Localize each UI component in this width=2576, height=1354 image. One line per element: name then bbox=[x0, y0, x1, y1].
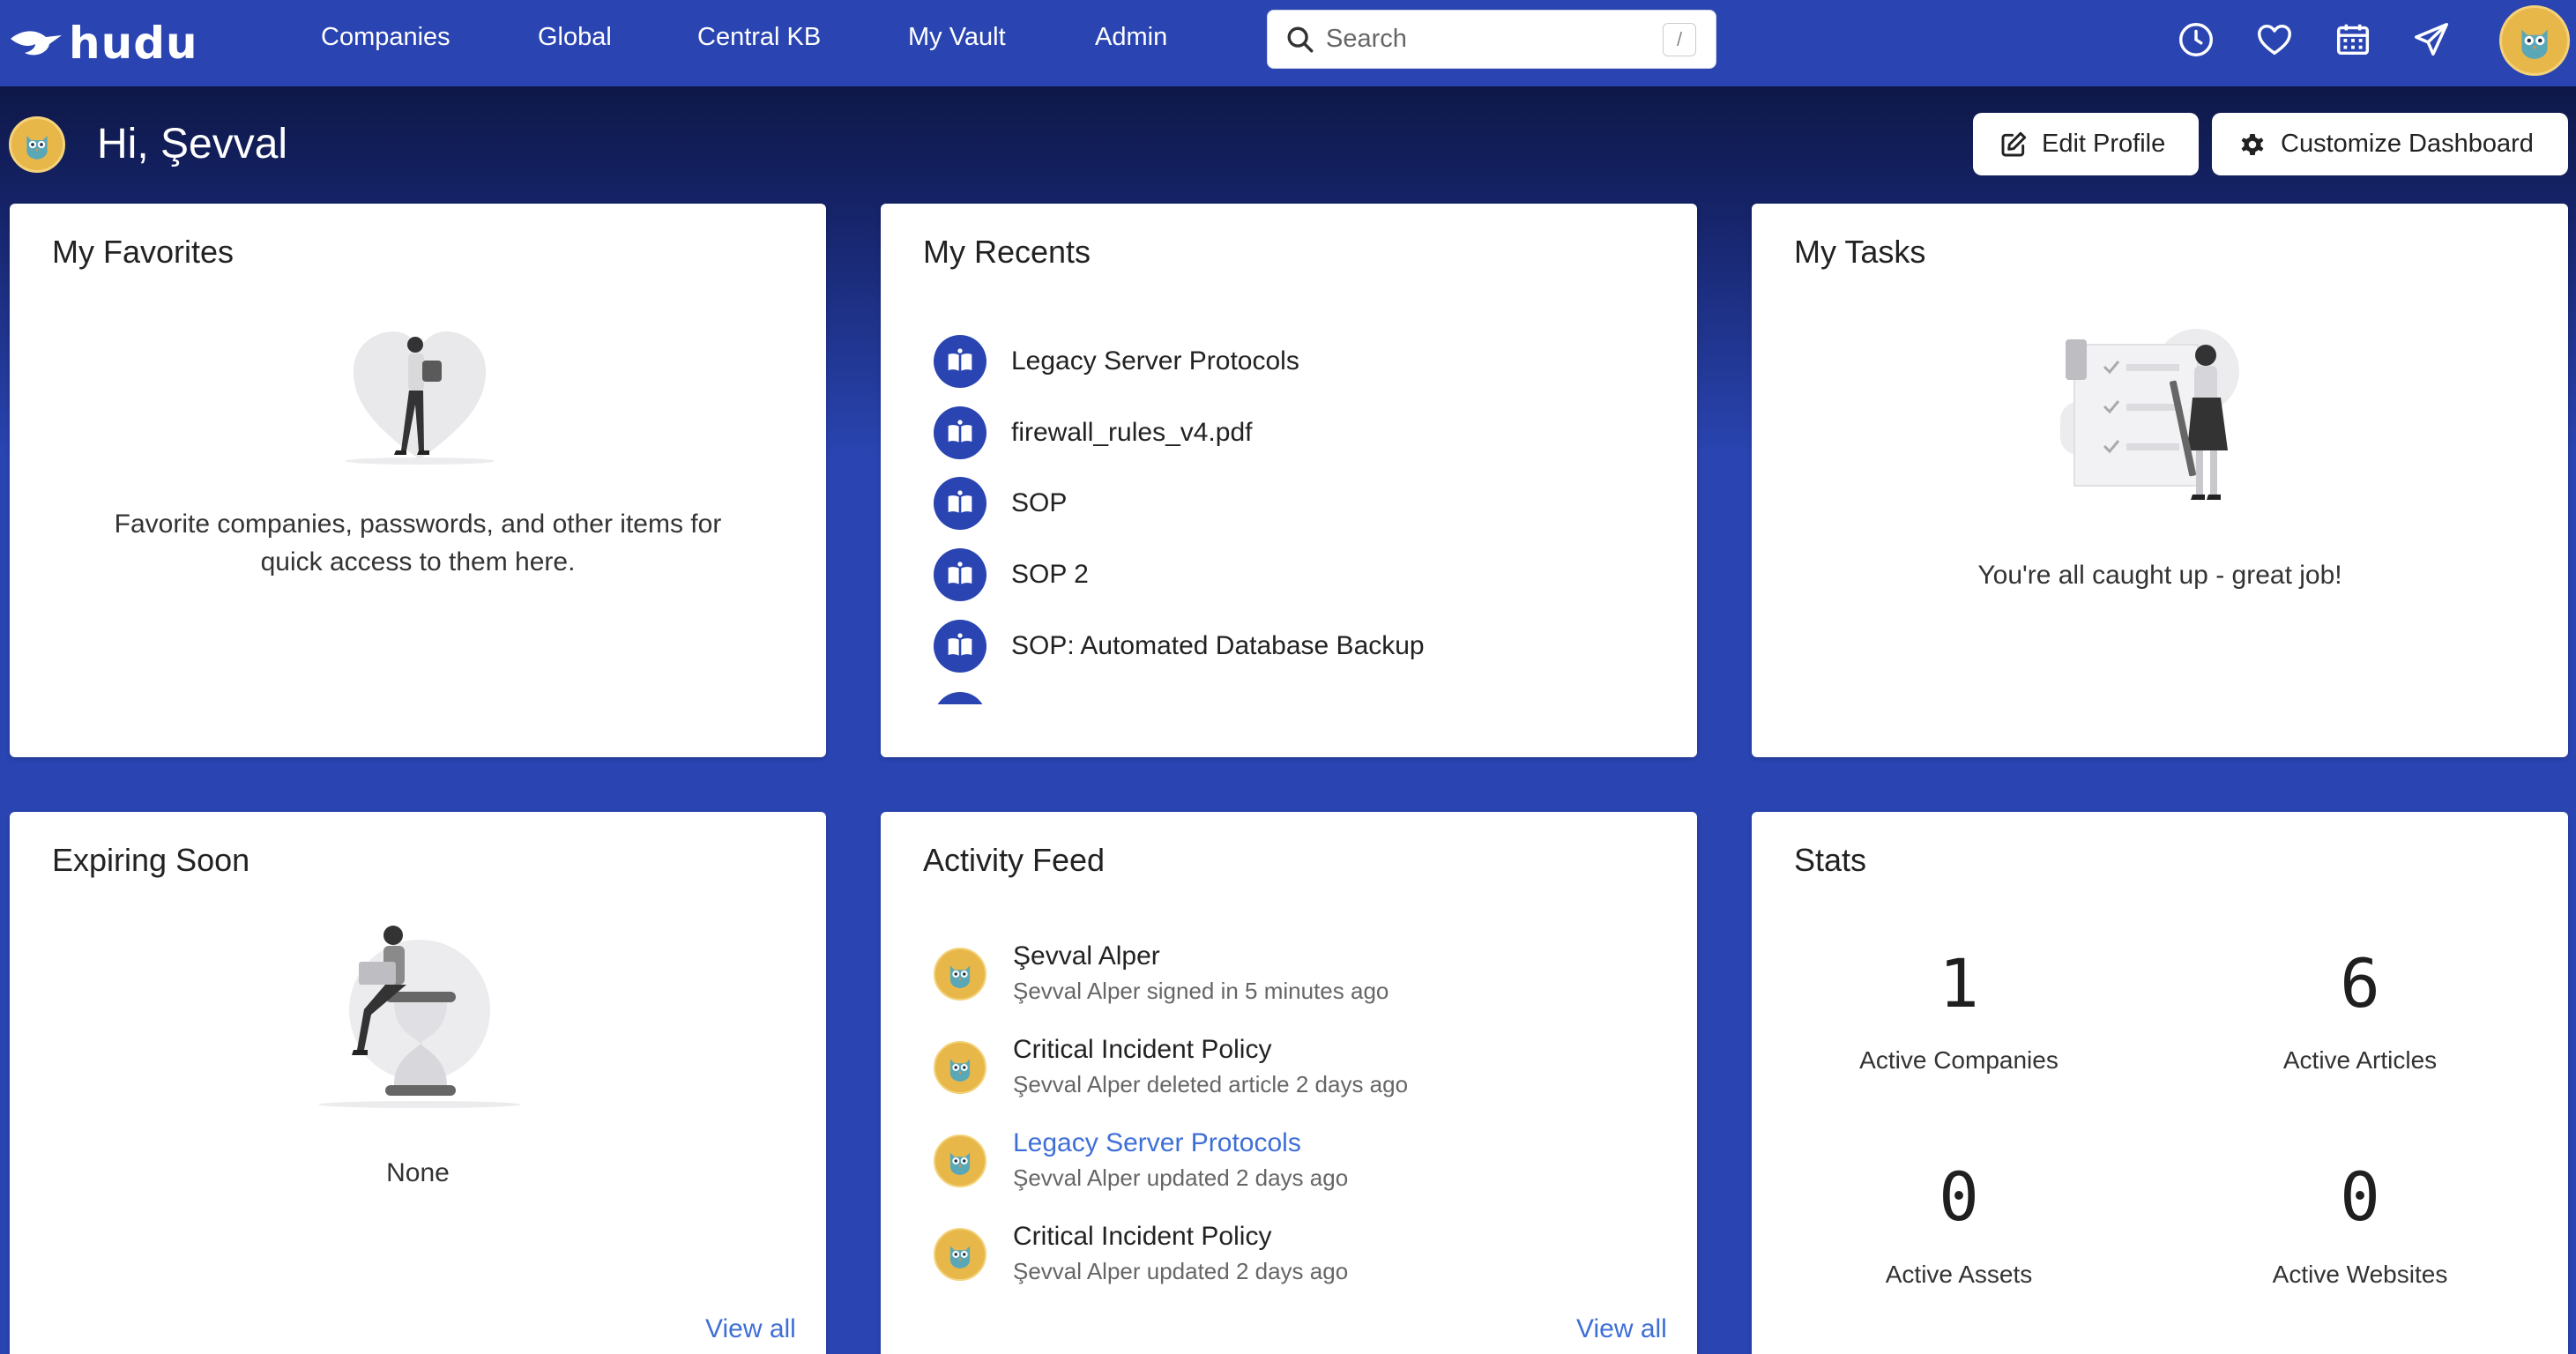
edit-icon bbox=[2001, 131, 2027, 156]
expiring-view-all-link[interactable]: View all bbox=[705, 1314, 796, 1344]
nav-central-kb[interactable]: Central KB bbox=[697, 23, 821, 52]
recent-item[interactable]: firewall_rules_v4.pdf bbox=[934, 405, 1252, 461]
stats-card: Stats 1 Active Companies 6 Active Articl… bbox=[1752, 812, 2568, 1354]
card-title: Stats bbox=[1794, 842, 1867, 878]
scroll-clip bbox=[881, 704, 1697, 757]
send-icon[interactable] bbox=[2411, 19, 2452, 60]
feed-item-title: Critical Incident Policy bbox=[1013, 1035, 1272, 1064]
knowledge-base-icon bbox=[934, 548, 986, 601]
feed-item: Critical Incident Policy Şevval Alper up… bbox=[934, 1219, 1348, 1288]
feed-view-all-link[interactable]: View all bbox=[1576, 1314, 1667, 1344]
search-icon bbox=[1287, 26, 1314, 52]
stat-label-companies: Active Companies bbox=[1859, 1046, 2059, 1074]
recent-item[interactable]: SOP bbox=[934, 475, 1067, 532]
card-title: My Tasks bbox=[1794, 234, 1926, 270]
favorites-illustration bbox=[345, 331, 495, 465]
user-avatar[interactable] bbox=[2499, 5, 2570, 76]
stat-value-assets: 0 bbox=[1939, 1157, 1979, 1236]
card-title: My Recents bbox=[923, 234, 1091, 270]
brand-name: hudu bbox=[69, 18, 198, 69]
owl-avatar-icon bbox=[26, 136, 48, 160]
customize-dashboard-button[interactable]: Customize Dashboard bbox=[2212, 113, 2568, 175]
hudu-logo[interactable]: hudu bbox=[9, 12, 198, 74]
nav-admin[interactable]: Admin bbox=[1095, 23, 1167, 52]
feed-item-title: Critical Incident Policy bbox=[1013, 1222, 1272, 1251]
favorites-empty-line1: Favorite companies, passwords, and other… bbox=[114, 510, 722, 539]
nav-my-vault[interactable]: My Vault bbox=[908, 23, 1006, 52]
card-title: My Favorites bbox=[52, 234, 235, 270]
edit-profile-button[interactable]: Edit Profile bbox=[1973, 113, 2199, 175]
nav-companies[interactable]: Companies bbox=[321, 23, 450, 52]
stat-value-companies: 1 bbox=[1939, 944, 1979, 1023]
tasks-illustration bbox=[2060, 329, 2239, 500]
recent-item-label: SOP: Automated Database Backup bbox=[1011, 631, 1425, 660]
calendar-icon[interactable] bbox=[2333, 19, 2373, 60]
search-shortcut-hint: / bbox=[1663, 23, 1696, 56]
owl-avatar-icon bbox=[2521, 29, 2548, 59]
customize-dashboard-label: Customize Dashboard bbox=[2281, 130, 2534, 158]
edit-profile-label: Edit Profile bbox=[2042, 130, 2166, 158]
feed-item: Critical Incident Policy Şevval Alper de… bbox=[934, 1032, 1408, 1101]
clock-icon[interactable] bbox=[2176, 19, 2216, 60]
greeting-avatar bbox=[9, 116, 65, 173]
search-box[interactable]: / bbox=[1267, 10, 1716, 69]
feed-item-subtitle: Şevval Alper signed in 5 minutes ago bbox=[1013, 978, 1389, 1004]
stat-label-websites: Active Websites bbox=[2272, 1261, 2448, 1288]
knowledge-base-icon bbox=[934, 620, 986, 673]
tasks-empty-text: You're all caught up - great job! bbox=[1977, 561, 2342, 590]
card-title: Activity Feed bbox=[923, 842, 1106, 878]
user-avatar bbox=[934, 1135, 986, 1187]
recent-item[interactable]: SOP 2 bbox=[934, 547, 1089, 603]
recent-item-label: SOP 2 bbox=[1011, 560, 1089, 589]
recent-item[interactable]: Legacy Server Protocols bbox=[934, 333, 1299, 390]
search-input[interactable] bbox=[1326, 25, 1626, 54]
feed-item: Legacy Server Protocols Şevval Alper upd… bbox=[934, 1126, 1348, 1194]
feed-item-link[interactable]: Legacy Server Protocols bbox=[1013, 1126, 1348, 1161]
stat-label-assets: Active Assets bbox=[1885, 1261, 2033, 1288]
card-title: Expiring Soon bbox=[52, 842, 250, 878]
recent-item-label: SOP bbox=[1011, 488, 1068, 517]
feed-item-subtitle: Şevval Alper deleted article 2 days ago bbox=[1013, 1071, 1409, 1097]
heart-icon[interactable] bbox=[2254, 19, 2295, 60]
recent-item[interactable]: SOP: Automated Database Backup bbox=[934, 618, 1425, 674]
knowledge-base-icon bbox=[934, 406, 986, 459]
gear-icon bbox=[2241, 133, 2264, 155]
activity-feed-card: Activity Feed Şevval Alper Şevval Alper … bbox=[881, 812, 1697, 1354]
feed-item-title: Şevval Alper bbox=[1013, 941, 1160, 971]
my-tasks-card: My Tasks You're all caught up - great jo… bbox=[1752, 204, 2568, 757]
bird-logo-icon bbox=[11, 31, 62, 56]
stat-value-articles: 6 bbox=[2340, 944, 2380, 1023]
user-avatar bbox=[934, 1041, 986, 1094]
feed-item-subtitle: Şevval Alper updated 2 days ago bbox=[1013, 1164, 1349, 1191]
knowledge-base-icon bbox=[934, 335, 986, 388]
expiring-empty-text: None bbox=[386, 1158, 450, 1187]
favorites-empty-line2: quick access to them here. bbox=[260, 547, 576, 577]
greeting-text: Hi, Şevval bbox=[97, 121, 288, 167]
feed-item-subtitle: Şevval Alper updated 2 days ago bbox=[1013, 1258, 1349, 1284]
feed-item: Şevval Alper Şevval Alper signed in 5 mi… bbox=[934, 939, 1389, 1008]
knowledge-base-icon bbox=[934, 477, 986, 530]
expiring-soon-card: Expiring Soon None View all bbox=[10, 812, 826, 1354]
my-recents-card: My Recents Legacy Server Protocols firew… bbox=[881, 204, 1697, 757]
user-avatar bbox=[934, 948, 986, 1001]
expiring-illustration bbox=[318, 926, 521, 1108]
recent-item-label: firewall_rules_v4.pdf bbox=[1011, 418, 1253, 447]
user-avatar bbox=[934, 1228, 986, 1281]
top-navbar: hudu Companies Global Central KB My Vaul… bbox=[0, 0, 2576, 86]
stat-label-articles: Active Articles bbox=[2282, 1046, 2438, 1074]
nav-global[interactable]: Global bbox=[538, 23, 612, 52]
stat-value-websites: 0 bbox=[2340, 1157, 2380, 1236]
recent-item-label: Legacy Server Protocols bbox=[1011, 346, 1299, 376]
my-favorites-card: My Favorites Favorite companies, passwor… bbox=[10, 204, 826, 757]
